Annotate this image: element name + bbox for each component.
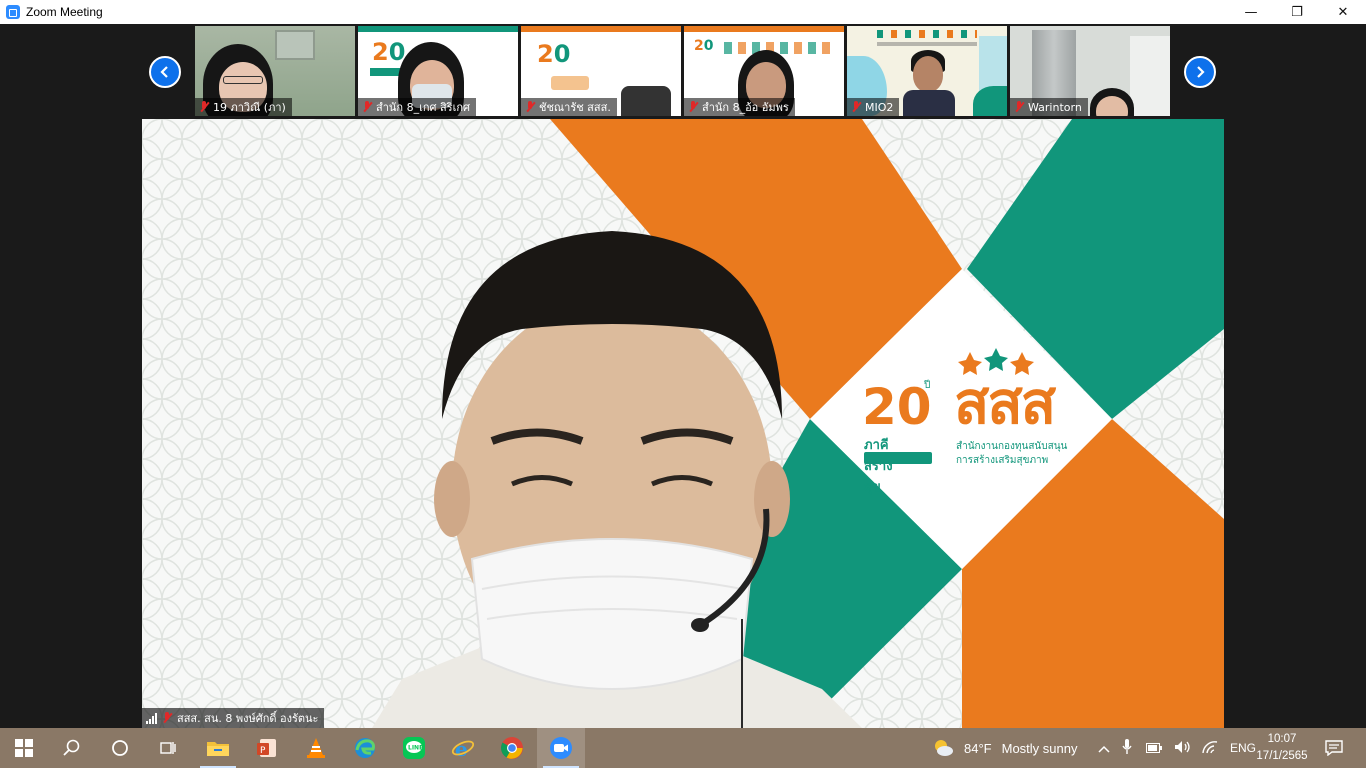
mic-muted-icon [199, 101, 209, 113]
speaker-figure [372, 231, 862, 728]
title-bar: Zoom Meeting — ❐ ✕ [0, 0, 1366, 24]
close-button[interactable]: ✕ [1320, 0, 1366, 24]
office-app-icon: P [257, 739, 276, 757]
minimize-button[interactable]: — [1228, 0, 1274, 24]
participant-name-label: 19 ภาวิณี (ภา) [195, 98, 292, 116]
participant-tile[interactable]: 19 ภาวิณี (ภา) [195, 26, 355, 116]
partly-sunny-icon [935, 740, 953, 756]
search-icon [63, 739, 80, 756]
active-speaker-video[interactable]: 20 ปี ภาคีสร้างสุข สสส สำนักงานกองทุนสนั… [142, 119, 1224, 728]
meeting-area: 19 ภาวิณี (ภา) 20 สำนัก 8_เกศ สิริเกศ 20 [0, 24, 1366, 728]
input-language[interactable]: ENG [1230, 741, 1256, 755]
cortana-icon [112, 740, 128, 756]
file-explorer-button[interactable] [194, 728, 242, 768]
participant-filmstrip: 19 ภาวิณี (ภา) 20 สำนัก 8_เกศ สิริเกศ 20 [0, 24, 1366, 118]
participant-name-label: สำนัก 8_อ้อ อัมพร [684, 98, 795, 116]
window-title: Zoom Meeting [26, 5, 103, 19]
line-button[interactable]: LINE [390, 728, 438, 768]
chevron-left-icon [160, 66, 168, 78]
start-button[interactable] [0, 728, 48, 768]
mic-muted-icon [851, 101, 861, 113]
participant-tile[interactable]: Warintorn [1010, 26, 1170, 116]
line-app-icon: LINE [403, 737, 425, 759]
participant-tile[interactable]: 20 สำนัก 8_อ้อ อัมพร [684, 26, 844, 116]
window-controls: — ❐ ✕ [1228, 0, 1366, 24]
chevron-right-icon [1197, 66, 1205, 78]
windows-logo-icon [15, 739, 33, 757]
maximize-button[interactable]: ❐ [1274, 0, 1320, 24]
svg-text:LINE: LINE [408, 745, 423, 752]
microphone-icon[interactable] [1122, 738, 1132, 758]
edge-button[interactable] [341, 728, 389, 768]
internet-explorer-icon: e [451, 737, 475, 760]
vlc-button[interactable] [292, 728, 340, 768]
windows-taskbar: P LINE e 84°F Mostly sunny ENG 10:07 17/… [0, 728, 1366, 768]
zoom-app-icon [6, 5, 20, 19]
mic-muted-icon [162, 712, 172, 724]
volume-icon[interactable] [1174, 740, 1192, 757]
zoom-taskbar-button[interactable] [537, 728, 585, 768]
svg-text:e: e [455, 737, 468, 760]
vlc-cone-icon [307, 738, 325, 758]
cortana-button[interactable] [96, 728, 144, 768]
wifi-icon[interactable] [1202, 740, 1218, 757]
chrome-icon [501, 737, 523, 759]
powerpoint-button[interactable]: P [243, 728, 291, 768]
tray-icons: ENG [1098, 728, 1256, 768]
notification-center-button[interactable] [1310, 728, 1358, 768]
svg-text:P: P [260, 746, 266, 756]
system-clock[interactable]: 10:07 17/1/2565 [1254, 731, 1310, 765]
participant-name-label: MIO2 [847, 98, 900, 116]
folder-icon [207, 742, 229, 756]
mic-muted-icon [525, 101, 535, 113]
participant-tile[interactable]: 20 สำนัก 8_เกศ สิริเกศ [358, 26, 518, 116]
mic-muted-icon [362, 101, 372, 113]
internet-explorer-button[interactable]: e [439, 728, 487, 768]
next-page-button[interactable] [1184, 56, 1216, 88]
participant-name-label: Warintorn [1010, 98, 1088, 116]
edge-icon [355, 738, 375, 758]
mic-muted-icon [1014, 101, 1024, 113]
chevron-up-icon[interactable] [1098, 741, 1112, 756]
task-view-icon [160, 742, 176, 754]
connection-signal-icon [146, 712, 157, 724]
speaker-name-label: สสส. สน. 8 พงษ์ศักดิ์ องรัตนะ [142, 708, 325, 728]
chrome-button[interactable] [488, 728, 536, 768]
participant-tile[interactable]: MIO2 [847, 26, 1007, 116]
mic-muted-icon [688, 101, 698, 113]
participant-name-label: สำนัก 8_เกศ สิริเกศ [358, 98, 476, 116]
participant-name-label: ชัชณารัช สสส. [521, 98, 617, 116]
zoom-icon [550, 737, 572, 759]
task-view-button[interactable] [144, 728, 192, 768]
participant-tile[interactable]: 20 ชัชณารัช สสส. [521, 26, 681, 116]
previous-page-button[interactable] [149, 56, 181, 88]
notification-icon [1325, 740, 1343, 756]
battery-icon[interactable] [1146, 741, 1162, 756]
search-button[interactable] [48, 728, 96, 768]
weather-widget[interactable]: 84°F Mostly sunny [932, 728, 1077, 768]
